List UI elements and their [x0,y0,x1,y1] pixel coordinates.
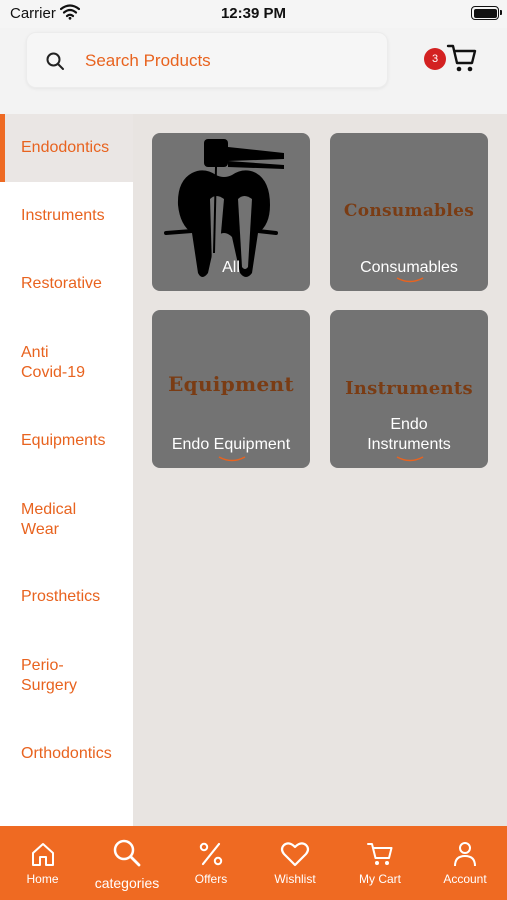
percent-icon [199,842,223,866]
heart-icon [280,842,310,867]
cart-icon [446,44,477,72]
sidebar-item-perio-surgery[interactable]: Perio-Surgery [0,645,133,713]
category-sidebar: Endodontics Instruments Restorative Anti… [0,114,133,826]
nav-label: Account [443,872,487,886]
nav-label: Wishlist [274,872,316,886]
nav-label: Offers [194,872,228,886]
sidebar-item-instruments[interactable]: Instruments [0,182,133,250]
tile-label: All [222,259,240,276]
tile-consumables[interactable]: Consumables Consumables [330,133,488,291]
tile-endo-equipment[interactable]: Equipment Endo Equipment [152,310,310,468]
sidebar-item-label: Anti Covid-19 [21,344,86,381]
sidebar-item-label: Equipments [21,432,106,449]
sidebar-item-label: Perio-Surgery [21,657,78,694]
battery-icon [471,6,502,20]
nav-my-cart[interactable]: My Cart [337,826,423,900]
search-icon [113,839,141,867]
nav-categories[interactable]: categories [85,826,169,900]
tile-art-text: Equipment [168,372,294,396]
status-bar: Carrier 12:39 PM [0,0,507,28]
nav-label: My Cart [359,872,401,886]
sidebar-item-endodontics[interactable]: Endodontics [0,114,133,182]
tile-art-text: Instruments [345,378,473,399]
clock: 12:39 PM [220,5,287,22]
market-watermark [218,456,246,462]
search-placeholder: Search Products [85,51,211,70]
sidebar-item-label: Endodontics [21,139,110,156]
sidebar-item-label: Prosthetics [21,588,101,605]
sidebar-item-restorative[interactable]: Restorative [0,250,133,318]
tile-art-text: Consumables [343,201,475,221]
sidebar-item-anti-covid-19[interactable]: Anti Covid-19 [0,332,133,400]
sidebar-item-equipments[interactable]: Equipments [0,407,133,475]
nav-home[interactable]: Home [0,826,85,900]
sidebar-item-label: Orthodontics [21,745,112,762]
tile-all[interactable]: All [152,133,310,291]
market-watermark [396,277,424,283]
sidebar-item-label: Medical Wear [21,501,77,538]
sidebar-item-label: Restorative [21,275,102,292]
cart-count-badge: 3 [424,48,446,70]
nav-label: Home [26,872,59,886]
cart-icon [367,843,393,865]
header: Search Products 3 [0,28,507,114]
nav-wishlist[interactable]: Wishlist [253,826,337,900]
sidebar-item-medical-wear[interactable]: Medical Wear [0,489,133,557]
sidebar-item-label: Instruments [21,207,105,224]
market-watermark [396,456,424,462]
nav-offers[interactable]: Offers [169,826,253,900]
tile-endo-instruments[interactable]: Instruments Endo Instruments [330,310,488,468]
search-icon [46,52,64,70]
cart-button[interactable]: 3 [424,42,484,82]
nav-label: categories [94,875,160,891]
sidebar-item-prosthetics[interactable]: Prosthetics [0,563,133,631]
subcategory-grid: All Consumables Consumables Equipment En… [133,114,507,826]
home-icon [31,843,54,866]
bottom-nav: Home categories Offers Wishlist My Cart [0,826,507,900]
sidebar-item-orthodontics[interactable]: Orthodontics [0,733,133,801]
nav-account[interactable]: Account [423,826,507,900]
user-icon [454,842,476,867]
search-input[interactable]: Search Products [26,32,388,88]
